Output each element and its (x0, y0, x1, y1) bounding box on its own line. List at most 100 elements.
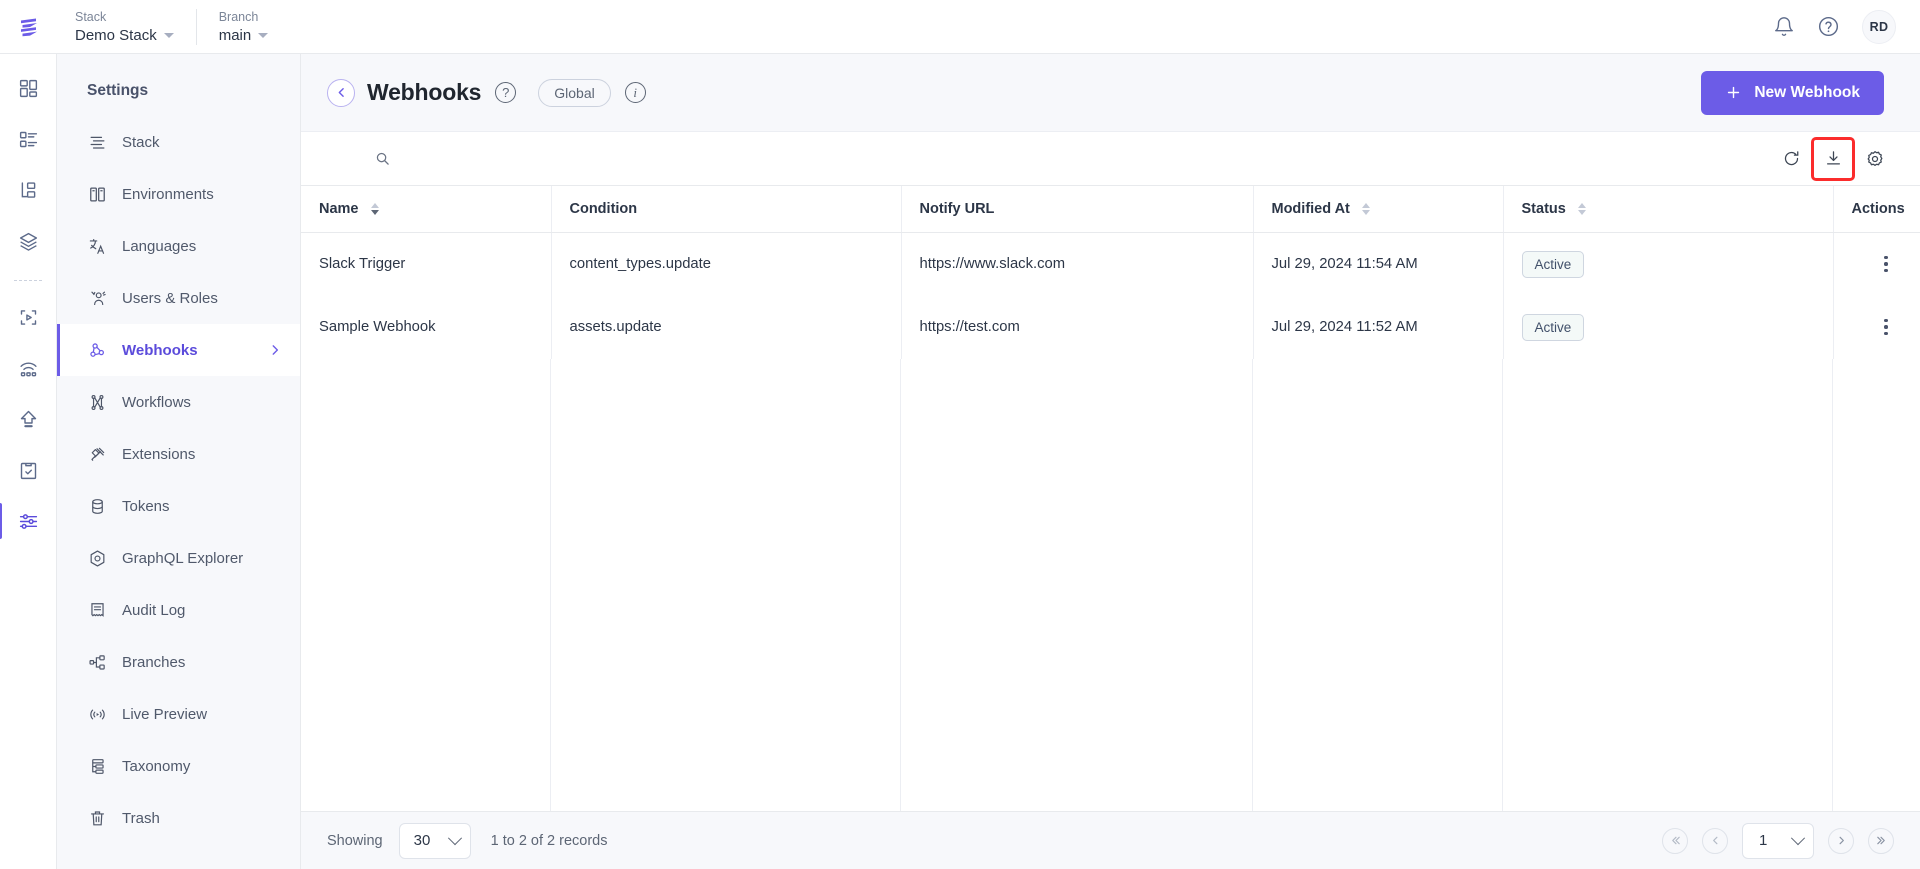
toolbar-icon-group (1772, 136, 1894, 181)
page-size-select[interactable]: 30 (398, 822, 471, 859)
table-row[interactable]: Sample Webhook assets.update https://tes… (301, 295, 1920, 359)
sidebar-item-stack[interactable]: Stack (57, 116, 300, 168)
gear-icon[interactable] (1856, 140, 1894, 178)
next-page-button[interactable] (1828, 827, 1854, 854)
current-page-select[interactable]: 1 (1742, 822, 1814, 859)
content-types-icon[interactable] (8, 119, 48, 159)
stack-value[interactable]: Demo Stack (75, 26, 174, 45)
column-header-condition[interactable]: Condition (551, 186, 902, 233)
download-export-icon[interactable] (1811, 136, 1855, 181)
table-toolbar (301, 132, 1920, 186)
sidebar-item-trash[interactable]: Trash (57, 792, 300, 844)
cell-status: Active (1503, 295, 1834, 359)
stack-icon (87, 132, 107, 152)
audit-log-icon (87, 600, 107, 620)
status-badge: Active (1521, 250, 1585, 278)
dashboard-icon[interactable] (8, 68, 48, 108)
stack-label: Stack (75, 9, 107, 24)
sidebar-item-live-preview[interactable]: Live Preview (57, 688, 300, 740)
sidebar-item-languages[interactable]: Languages (57, 220, 300, 272)
context-switcher: Stack Demo Stack Branch main (75, 8, 291, 45)
live-preview-media-icon[interactable] (8, 297, 48, 337)
sidebar-item-workflows[interactable]: Workflows (57, 376, 300, 428)
new-webhook-button[interactable]: New Webhook (1701, 70, 1884, 115)
sidebar-item-label: Tokens (122, 497, 170, 515)
import-upload-icon[interactable] (8, 399, 48, 439)
sidebar-item-extensions[interactable]: Extensions (57, 428, 300, 480)
cell-actions (1833, 296, 1920, 359)
top-bar-actions: RD (1773, 9, 1896, 44)
status-badge: Active (1521, 313, 1585, 341)
settings-sidebar: Settings Stack Environments Languages Us… (57, 54, 301, 869)
cell-notify-url: https://test.com (901, 295, 1254, 359)
sidebar-item-graphql-explorer[interactable]: GraphQL Explorer (57, 532, 300, 584)
sidebar-item-label: Live Preview (122, 705, 208, 723)
sidebar-item-tokens[interactable]: Tokens (57, 480, 300, 532)
column-label: Status (1521, 200, 1566, 217)
column-header-notify-url[interactable]: Notify URL (901, 186, 1254, 233)
first-page-button[interactable] (1662, 827, 1688, 854)
sidebar-item-label: Extensions (122, 445, 196, 463)
info-icon[interactable]: i (624, 82, 646, 103)
last-page-button[interactable] (1868, 827, 1894, 854)
search-input[interactable] (402, 149, 1772, 168)
sort-icon[interactable] (1577, 202, 1586, 215)
chevron-down-icon (258, 32, 269, 38)
branch-value[interactable]: main (219, 26, 269, 45)
chevron-down-icon (447, 830, 462, 845)
search-icon[interactable] (375, 151, 390, 166)
stack-switcher[interactable]: Stack Demo Stack (75, 8, 197, 45)
bell-icon[interactable] (1773, 16, 1795, 38)
cell-modified-at: Jul 29, 2024 11:52 AM (1253, 295, 1504, 359)
sort-icon[interactable] (1361, 202, 1370, 215)
table-footer: Showing 30 1 to 2 of 2 records 1 (301, 811, 1920, 869)
page-title: Webhooks (367, 79, 482, 105)
tokens-icon (87, 496, 107, 516)
cell-actions (1833, 232, 1920, 296)
sidebar-item-label: Users & Roles (122, 289, 218, 307)
table-empty-area (301, 358, 1920, 811)
question-mark-icon[interactable]: ? (495, 82, 517, 103)
sidebar-item-label: Languages (122, 237, 197, 255)
sidebar-item-users-roles[interactable]: Users & Roles (57, 272, 300, 324)
taxonomy-icon (87, 756, 107, 776)
sort-icon[interactable] (370, 202, 379, 215)
avatar[interactable]: RD (1862, 9, 1896, 44)
scope-chip[interactable]: Global (538, 78, 611, 107)
sidebar-item-branches[interactable]: Branches (57, 636, 300, 688)
primary-icon-rail (0, 54, 57, 869)
question-circle-icon[interactable] (1817, 15, 1840, 38)
column-header-status[interactable]: Status (1503, 186, 1834, 233)
extensions-icon (87, 444, 107, 464)
webhooks-table: Name Condition Notify URL Modified At St… (301, 186, 1920, 811)
pagination: 1 (1662, 822, 1894, 859)
sidebar-item-audit-log[interactable]: Audit Log (57, 584, 300, 636)
data-grid: Name Condition Notify URL Modified At St… (301, 186, 1920, 359)
tasks-clipboard-icon[interactable] (8, 450, 48, 490)
settings-sliders-icon[interactable] (0, 501, 48, 541)
live-preview-icon (87, 704, 107, 724)
environments-icon (87, 184, 107, 204)
kebab-menu-icon[interactable] (1852, 318, 1920, 336)
page-size-value: 30 (413, 832, 431, 849)
sidebar-item-webhooks[interactable]: Webhooks (57, 324, 300, 376)
sidebar-item-environments[interactable]: Environments (57, 168, 300, 220)
column-header-modified-at[interactable]: Modified At (1253, 186, 1504, 233)
cell-status: Active (1503, 232, 1834, 296)
column-header-name[interactable]: Name (301, 186, 552, 233)
branch-switcher[interactable]: Branch main (219, 9, 291, 45)
assets-stack-icon[interactable] (8, 221, 48, 261)
releases-publish-icon[interactable] (8, 348, 48, 388)
refresh-icon[interactable] (1772, 140, 1810, 178)
kebab-menu-icon[interactable] (1852, 255, 1920, 273)
prev-page-button[interactable] (1702, 827, 1728, 854)
entries-icon[interactable] (8, 170, 48, 210)
column-label: Name (319, 200, 359, 217)
back-button[interactable] (327, 78, 355, 107)
app-root: Stack Demo Stack Branch main RD Settings… (0, 0, 1920, 869)
sidebar-item-label: Environments (122, 185, 214, 203)
table-row[interactable]: Slack Trigger content_types.update https… (301, 232, 1920, 296)
contentstack-logo-icon[interactable] (0, 0, 57, 54)
sidebar-item-taxonomy[interactable]: Taxonomy (57, 740, 300, 792)
stack-value-text: Demo Stack (75, 26, 157, 44)
